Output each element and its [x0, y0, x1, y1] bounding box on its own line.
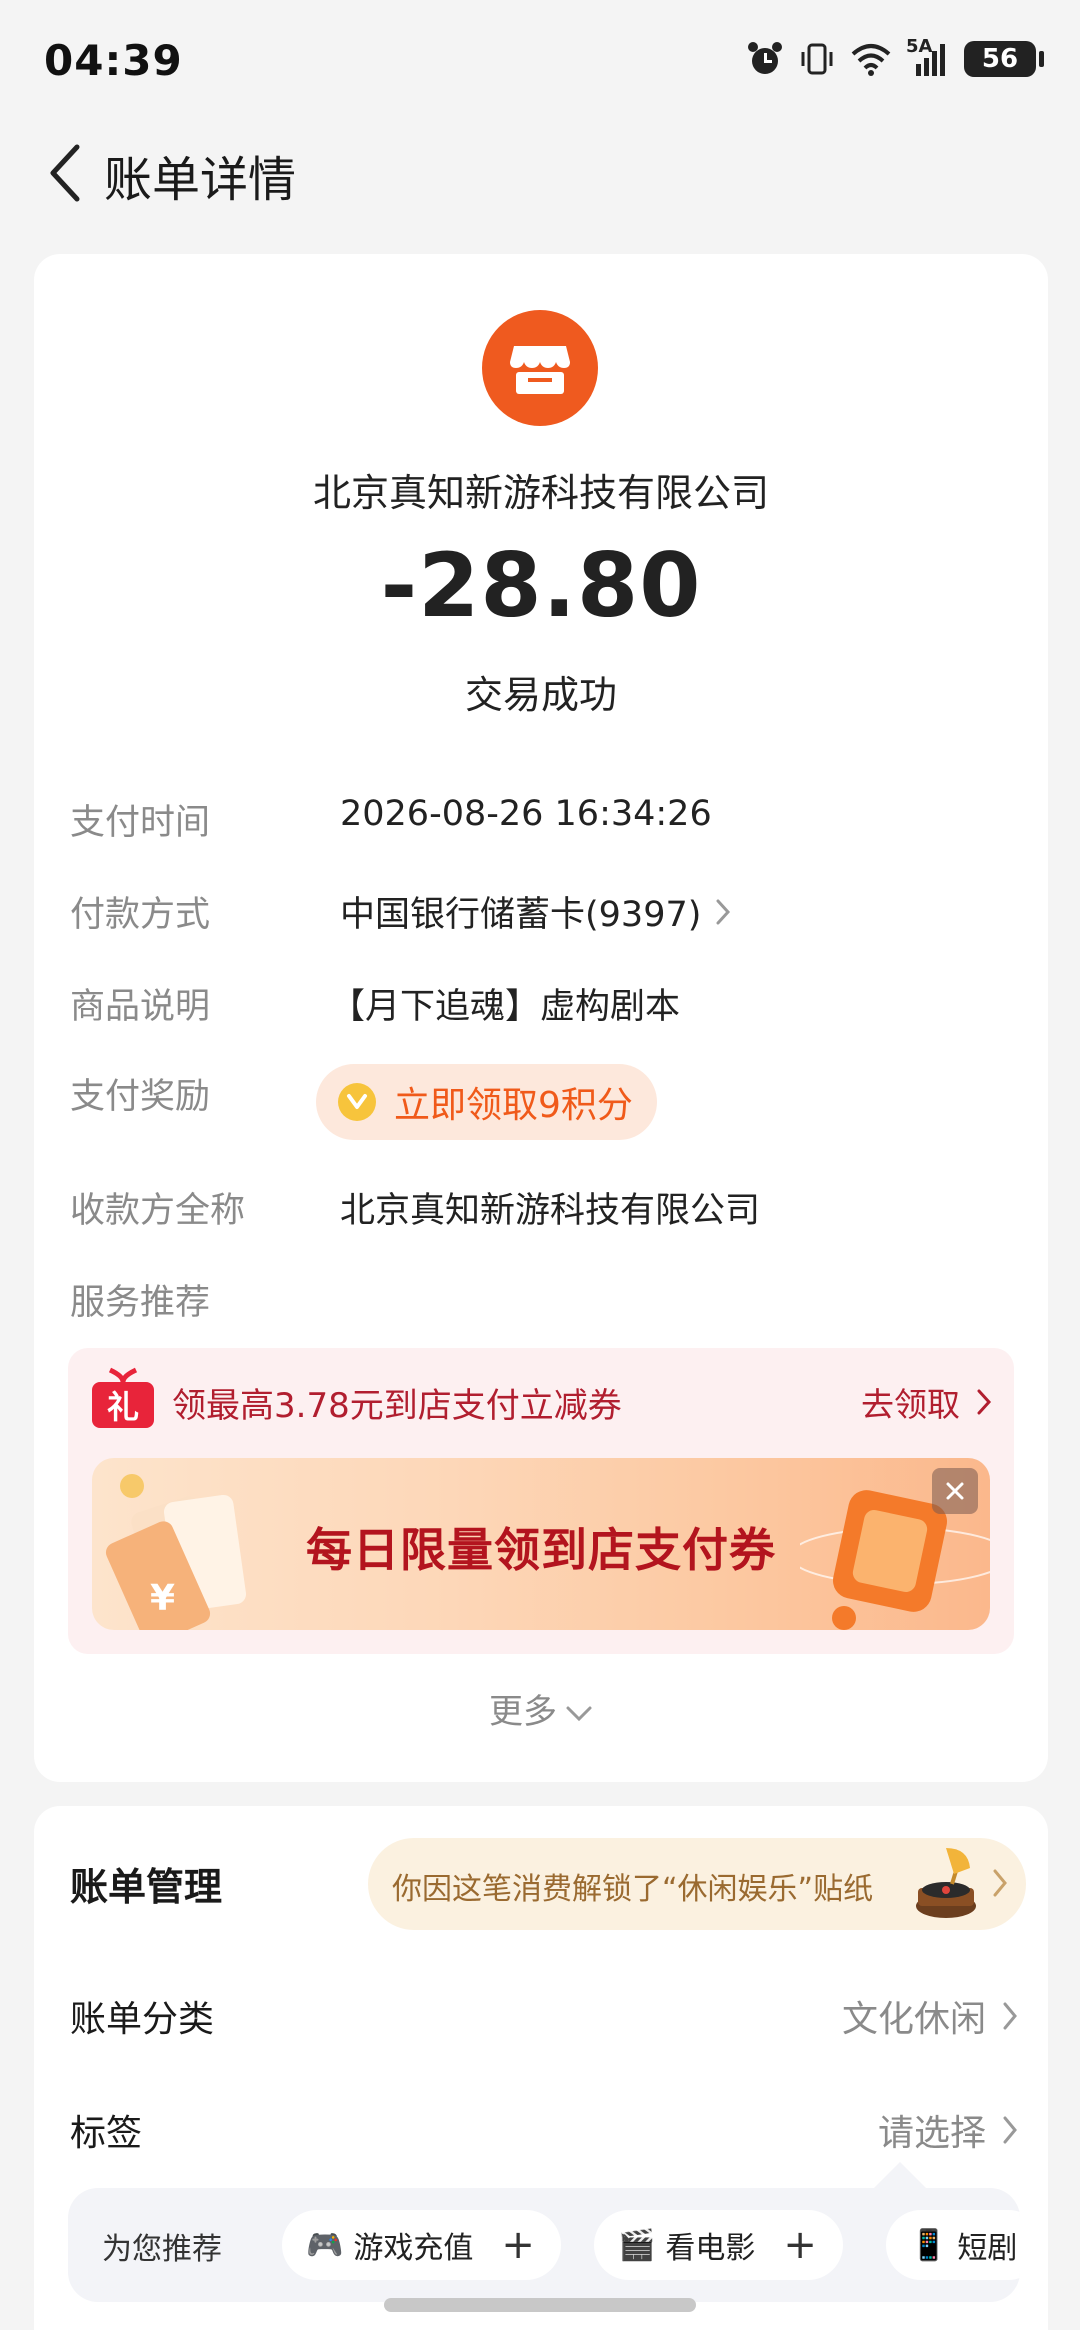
chevron-right-icon	[1003, 2116, 1017, 2144]
plus-icon: +	[783, 2222, 817, 2268]
promo-link-label: 去领取	[861, 1385, 960, 1424]
reward-label: 支付奖励	[70, 1077, 211, 1117]
sticker-text: 你因这笔消费解锁了“休闲娱乐”贴纸	[392, 1872, 874, 1907]
gift-char: 礼	[107, 1388, 139, 1426]
alarm-icon	[748, 42, 782, 74]
shop-icon	[510, 346, 570, 394]
header: 账单详情	[0, 120, 1080, 220]
manage-title: 账单管理	[70, 1865, 223, 1909]
plus-icon: +	[501, 2222, 535, 2268]
chevron-left-icon	[50, 144, 80, 202]
banner-close-button[interactable]	[932, 1468, 978, 1514]
more-label: 更多	[489, 1692, 557, 1732]
promo-card: 礼 领最高3.78元到店支付立减券 去领取 ¥ 每日限量领到店支付券	[68, 1348, 1014, 1654]
pay-method-label: 付款方式	[70, 895, 211, 935]
merchant-logo	[482, 310, 598, 426]
banner-text: 每日限量领到店支付券	[306, 1523, 776, 1577]
chevron-right-icon	[1003, 2002, 1017, 2030]
chevron-down-icon	[566, 1706, 592, 1721]
chevron-right-icon	[993, 1869, 1007, 1897]
coupon-illustration-left: ¥	[105, 1474, 247, 1630]
promo-banner[interactable]: ¥ 每日限量领到店支付券	[92, 1458, 990, 1630]
pay-time-value: 2026-08-26 16:34:26	[340, 794, 712, 834]
reward-text: 立即领取9积分	[394, 1085, 633, 1126]
promo-claim-link[interactable]: 去领取	[861, 1378, 992, 1426]
game-controller-icon: 🎮	[306, 2227, 344, 2263]
payee-value: 北京真知新游科技有限公司	[340, 1191, 761, 1231]
goods-label: 商品说明	[70, 987, 211, 1027]
gramophone-sticker-icon	[916, 1848, 976, 1918]
phone-icon: 📱	[910, 2227, 948, 2263]
status-icons: 5A 56	[746, 36, 1044, 78]
pay-time-label: 支付时间	[70, 803, 211, 843]
category-value: 文化休闲	[841, 1999, 986, 2040]
close-icon	[946, 1482, 964, 1500]
recommend-chip-movie[interactable]: 🎬 看电影 +	[594, 2210, 843, 2280]
category-label: 账单分类	[70, 1999, 215, 2040]
reward-claim-button[interactable]: 立即领取9积分	[316, 1064, 657, 1140]
chip-label: 游戏充值	[353, 2231, 474, 2266]
battery-icon: 56	[964, 41, 1044, 77]
tooltip-arrow	[872, 2162, 928, 2190]
service-label: 服务推荐	[70, 1283, 211, 1323]
wifi-icon	[851, 44, 891, 76]
coin-icon	[338, 1083, 376, 1121]
recommend-chip-game[interactable]: 🎮 游戏充值 +	[282, 2210, 561, 2280]
tag-recommendations: 为您推荐 🎮 游戏充值 + 🎬 看电影 + 📱 短剧	[68, 2188, 1020, 2302]
vibrate-icon	[801, 43, 833, 75]
category-selector[interactable]: 文化休闲	[842, 1990, 1018, 2042]
tag-label: 标签	[70, 2113, 143, 2154]
more-button[interactable]: 更多	[34, 1684, 1048, 1733]
clapperboard-icon: 🎬	[618, 2227, 656, 2263]
chip-label: 看电影	[665, 2231, 756, 2266]
chevron-right-icon	[977, 1389, 992, 1415]
bill-detail-card: 北京真知新游科技有限公司 -28.80 交易成功 支付时间 2026-08-26…	[34, 254, 1048, 1782]
recommend-label: 为您推荐	[102, 2232, 222, 2267]
recommend-chip-drama[interactable]: 📱 短剧	[886, 2210, 1020, 2280]
gift-icon: 礼	[90, 1366, 156, 1430]
status-time: 04:39	[44, 36, 183, 85]
pay-method-value: 中国银行储蓄卡(9397)	[340, 895, 702, 935]
bill-management-card: 账单管理 你因这笔消费解锁了“休闲娱乐”贴纸 账单分类 文化休闲 标签 请选择 …	[34, 1806, 1048, 2330]
svg-text:¥: ¥	[150, 1578, 175, 1619]
goods-value: 【月下追魂】虚构剧本	[330, 987, 681, 1027]
tag-value: 请选择	[877, 2113, 986, 2154]
chevron-right-icon	[716, 899, 731, 924]
payee-label: 收款方全称	[70, 1191, 246, 1231]
signal-icon: 5A	[906, 36, 950, 78]
status-bar: 04:39 5A 56	[0, 0, 1080, 120]
sticker-unlock-banner[interactable]: 你因这笔消费解锁了“休闲娱乐”贴纸	[368, 1838, 1026, 1930]
transaction-amount: -28.80	[380, 534, 702, 637]
promo-title: 领最高3.78元到店支付立减券	[172, 1386, 622, 1426]
transaction-status: 交易成功	[464, 673, 617, 717]
back-button[interactable]	[30, 138, 100, 208]
merchant-name: 北京真知新游科技有限公司	[312, 471, 769, 515]
pay-method-row[interactable]: 中国银行储蓄卡(9397)	[340, 886, 731, 937]
chip-label: 短剧	[957, 2231, 1018, 2266]
page-title: 账单详情	[104, 152, 297, 208]
tag-selector[interactable]: 请选择	[878, 2104, 1018, 2156]
home-indicator[interactable]	[384, 2298, 696, 2312]
